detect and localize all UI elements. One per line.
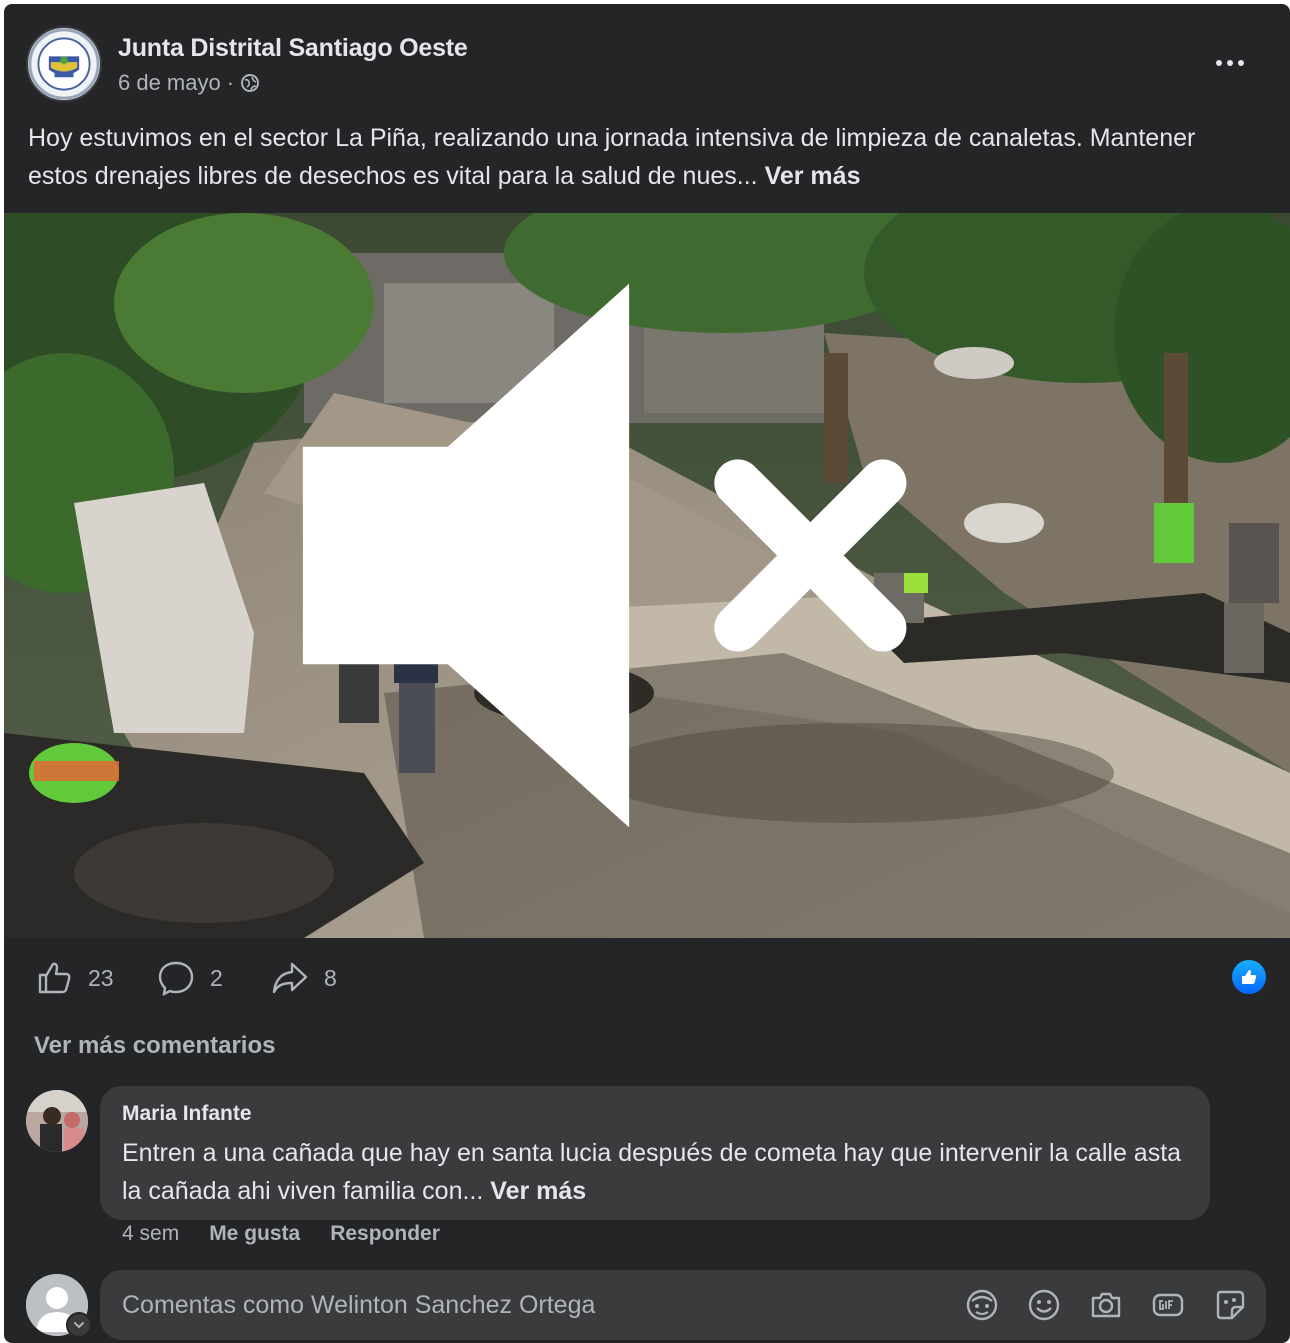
post-date[interactable]: 6 de mayo bbox=[118, 70, 221, 96]
emoji-icon[interactable] bbox=[1026, 1287, 1062, 1323]
comment-author[interactable]: Maria Infante bbox=[122, 1100, 1188, 1128]
comment-bubble: Maria Infante Entren a una cañada que ha… bbox=[100, 1086, 1210, 1220]
post-header: Junta Distrital Santiago Oeste 6 de mayo… bbox=[4, 4, 1290, 114]
dot-icon bbox=[1216, 60, 1222, 66]
composer-toolbar bbox=[964, 1287, 1248, 1323]
meta-separator: · bbox=[226, 70, 235, 95]
comment-button[interactable]: 2 bbox=[156, 958, 223, 998]
post-body: Hoy estuvimos en el sector La Piña, real… bbox=[28, 124, 1196, 190]
post-text: Hoy estuvimos en el sector La Piña, real… bbox=[28, 119, 1258, 195]
dot-icon bbox=[1227, 60, 1233, 66]
avatar-sticker-icon[interactable] bbox=[964, 1287, 1000, 1323]
comment-text: Entren a una cañada que hay en santa luc… bbox=[122, 1134, 1188, 1210]
comment-composer bbox=[100, 1270, 1266, 1340]
globe-icon bbox=[241, 74, 260, 92]
post-meta: 6 de mayo · bbox=[118, 70, 260, 96]
more-options-button[interactable] bbox=[1208, 48, 1252, 78]
comment-count: 2 bbox=[210, 964, 223, 991]
share-count: 8 bbox=[324, 964, 337, 991]
comment-time[interactable]: 4 sem bbox=[122, 1222, 179, 1246]
comment-like-button[interactable]: Me gusta bbox=[209, 1222, 300, 1246]
post-card: Junta Distrital Santiago Oeste 6 de mayo… bbox=[4, 4, 1290, 1343]
post-actions: 23 2 8 bbox=[4, 938, 1290, 1022]
comment-see-more-link[interactable]: Ver más bbox=[490, 1177, 586, 1205]
see-more-link[interactable]: Ver más bbox=[765, 162, 861, 190]
comment-meta: 4 sem Me gusta Responder bbox=[122, 1222, 440, 1246]
thumbs-up-icon bbox=[1242, 970, 1257, 984]
comment-bubble-icon bbox=[158, 961, 194, 997]
view-more-comments-link[interactable]: Ver más comentarios bbox=[34, 1032, 275, 1060]
page-name[interactable]: Junta Distrital Santiago Oeste bbox=[118, 34, 468, 63]
page-avatar[interactable] bbox=[26, 26, 102, 102]
municipal-seal-icon bbox=[28, 28, 100, 100]
chevron-down-icon[interactable] bbox=[66, 1312, 92, 1338]
comment-reply-button[interactable]: Responder bbox=[330, 1222, 440, 1246]
share-arrow-icon bbox=[272, 962, 308, 994]
commenter-avatar[interactable] bbox=[26, 1090, 88, 1152]
like-button[interactable]: 23 bbox=[34, 958, 114, 998]
commenter-photo bbox=[26, 1090, 88, 1152]
speaker-muted-icon[interactable] bbox=[4, 213, 1254, 918]
like-reaction-badge-icon[interactable] bbox=[1232, 960, 1266, 994]
like-count: 23 bbox=[88, 964, 114, 991]
comment-body: Entren a una cañada que hay en santa luc… bbox=[122, 1139, 1182, 1205]
gif-icon[interactable] bbox=[1150, 1287, 1186, 1323]
sticker-icon[interactable] bbox=[1212, 1287, 1248, 1323]
comment-input[interactable] bbox=[122, 1270, 942, 1340]
camera-icon[interactable] bbox=[1088, 1287, 1124, 1323]
dot-icon bbox=[1238, 60, 1244, 66]
share-button[interactable]: 8 bbox=[270, 958, 337, 998]
post-video[interactable] bbox=[4, 213, 1290, 938]
thumbs-up-icon bbox=[38, 962, 71, 994]
